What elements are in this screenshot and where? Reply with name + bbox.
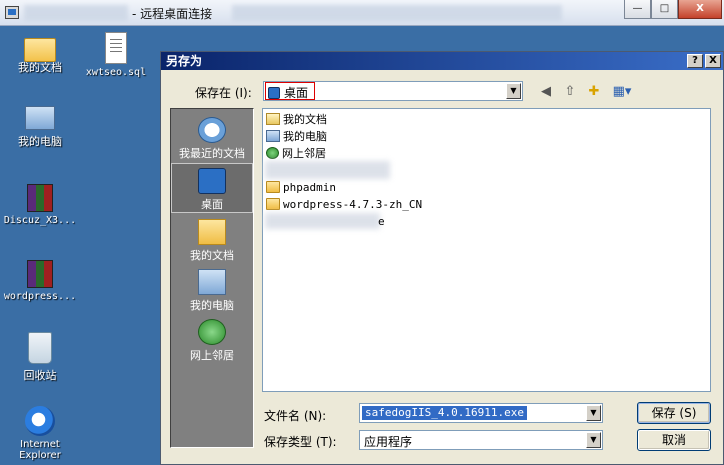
- list-item-label: e: [378, 214, 385, 228]
- my-documents-icon: [266, 113, 280, 125]
- sql-file-icon: [105, 32, 127, 64]
- places-item-my-computer[interactable]: 我的电脑: [171, 265, 253, 315]
- my-computer-icon: [198, 269, 226, 295]
- list-item-label: phpadmin: [283, 180, 336, 194]
- save-button[interactable]: 保存 (S): [637, 402, 711, 424]
- filename-label: 文件名 (N):: [264, 409, 327, 423]
- filename-input[interactable]: safedogIIS_4.0.16911.exe ▼: [359, 403, 603, 423]
- places-item-desktop[interactable]: 桌面: [171, 163, 253, 213]
- blurred-region: [24, 5, 128, 21]
- places-item-network[interactable]: 网上邻居: [171, 315, 253, 365]
- desktop-icon: [198, 168, 226, 194]
- network-places-icon: [198, 319, 226, 345]
- window-title: - 远程桌面连接: [132, 7, 213, 21]
- file-list[interactable]: 我的文档 我的电脑 网上邻居 phpadmin wordpress-4.7.3-…: [262, 108, 711, 392]
- dialog-title: 另存为: [166, 54, 203, 68]
- desktop-icon-sql-file[interactable]: xwtseo.sql: [76, 32, 156, 78]
- remote-desktop-icon: [5, 6, 19, 19]
- network-places-icon: [266, 147, 279, 159]
- blurred-region: [232, 5, 562, 21]
- close-button[interactable]: X: [678, 0, 722, 19]
- rar-archive-icon: [27, 260, 53, 288]
- up-folder-icon[interactable]: ⇧: [561, 84, 579, 100]
- back-icon[interactable]: ◀: [537, 84, 555, 100]
- list-item-label: 网上邻居: [282, 147, 326, 160]
- filetype-value: 应用程序: [364, 435, 413, 449]
- folder-icon: [266, 181, 280, 193]
- desktop-icon-label: Internet Explorer: [19, 439, 61, 461]
- folder-icon: [266, 198, 280, 210]
- list-item[interactable]: 网上邻居: [266, 145, 326, 161]
- chevron-down-icon[interactable]: ▼: [506, 83, 521, 99]
- save-as-dialog: 另存为 ? X 保存在 (I): 桌面 ▼ ◀ ⇧ ✚ ▦▾ 我最近的文档 桌面…: [160, 51, 724, 465]
- desktop-icon-label: wordpress...: [3, 291, 77, 302]
- save-in-dropdown[interactable]: 桌面 ▼: [263, 81, 523, 101]
- filename-value: safedogIIS_4.0.16911.exe: [362, 406, 527, 420]
- view-menu-icon[interactable]: ▦▾: [609, 84, 635, 100]
- places-item-my-documents[interactable]: 我的文档: [171, 215, 253, 265]
- new-folder-icon[interactable]: ✚: [585, 84, 603, 100]
- desktop-icon-label: xwtseo.sql: [85, 67, 147, 78]
- minimize-button[interactable]: —: [624, 0, 651, 19]
- places-item-recent[interactable]: 我最近的文档: [171, 113, 253, 163]
- desktop-icon-discuz[interactable]: Discuz_X3...: [0, 184, 80, 226]
- desktop-icon: [268, 87, 280, 99]
- save-in-label: 保存在 (I):: [195, 86, 252, 100]
- list-item-label: 我的文档: [283, 113, 327, 126]
- places-label: 网上邻居: [190, 349, 234, 362]
- rar-archive-icon: [27, 184, 53, 212]
- list-item[interactable]: 我的电脑: [266, 128, 327, 144]
- desktop-icon-label: Discuz_X3...: [3, 215, 77, 226]
- remote-desktop-titlebar: - 远程桌面连接 — □ X: [0, 0, 724, 26]
- desktop-icon-label: 回收站: [23, 369, 57, 382]
- chevron-down-icon[interactable]: ▼: [586, 405, 601, 421]
- places-label: 我最近的文档: [179, 147, 245, 160]
- places-label: 我的电脑: [190, 299, 234, 312]
- help-button[interactable]: ?: [687, 54, 703, 68]
- places-label: 桌面: [201, 198, 223, 211]
- list-item[interactable]: 我的文档: [266, 111, 327, 127]
- save-in-value: 桌面: [284, 86, 309, 100]
- places-label: 我的文档: [190, 249, 234, 262]
- list-item-label: wordpress-4.7.3-zh_CN: [283, 197, 423, 211]
- my-documents-icon: [198, 219, 226, 245]
- list-item[interactable]: phpadmin: [266, 179, 336, 195]
- desktop-icon-my-computer[interactable]: 我的电脑: [0, 106, 80, 149]
- desktop-icon-label: 我的电脑: [18, 135, 62, 148]
- filetype-dropdown[interactable]: 应用程序 ▼: [359, 430, 603, 450]
- dialog-titlebar: 另存为 ? X: [161, 52, 723, 70]
- my-computer-icon: [25, 106, 55, 130]
- desktop-icon-wordpress[interactable]: wordpress...: [0, 260, 80, 302]
- chevron-down-icon[interactable]: ▼: [586, 432, 601, 448]
- desktop-icon-internet-explorer[interactable]: Internet Explorer: [0, 406, 80, 461]
- places-bar: 我最近的文档 桌面 我的文档 我的电脑 网上邻居: [170, 108, 254, 448]
- blurred-region: [265, 161, 390, 179]
- dialog-close-button[interactable]: X: [705, 54, 721, 68]
- cancel-button[interactable]: 取消: [637, 429, 711, 451]
- restore-button[interactable]: □: [651, 0, 678, 19]
- list-item[interactable]: wordpress-4.7.3-zh_CN: [266, 196, 422, 212]
- desktop-icon-recycle-bin[interactable]: 回收站: [0, 332, 80, 383]
- recycle-bin-icon: [28, 332, 52, 364]
- recent-documents-icon: [198, 117, 226, 143]
- my-documents-icon: [24, 38, 56, 62]
- blurred-region: [265, 213, 380, 229]
- filetype-label: 保存类型 (T):: [264, 435, 337, 449]
- list-item-label: 我的电脑: [283, 130, 327, 143]
- list-item[interactable]: e: [378, 213, 385, 229]
- internet-explorer-icon: [25, 406, 55, 436]
- my-computer-icon: [266, 130, 280, 142]
- desktop-icon-my-documents[interactable]: 我的文档: [0, 32, 80, 75]
